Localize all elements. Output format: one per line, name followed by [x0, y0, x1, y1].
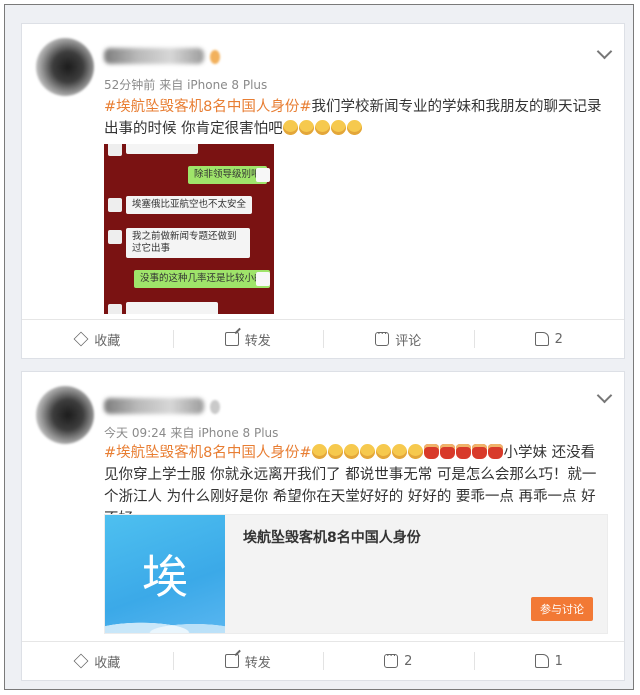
- like-count: 1: [554, 653, 563, 669]
- favorite-label: 收藏: [94, 333, 121, 349]
- username-blurred[interactable]: [104, 398, 204, 414]
- crying-emoji-icon: [282, 120, 298, 135]
- favorite-label: 收藏: [94, 655, 121, 671]
- post-time[interactable]: 今天 09:24: [104, 426, 166, 440]
- chat-bubble: 除非领导级别吧: [188, 166, 267, 184]
- like-button[interactable]: 2: [473, 320, 625, 358]
- crying-emoji-icon: [327, 444, 343, 459]
- post-time[interactable]: 52分钟前: [104, 78, 155, 92]
- comment-count: 2: [404, 653, 413, 669]
- red-lantern-icon: [455, 444, 471, 459]
- crying-emoji-icon: [407, 444, 423, 459]
- crying-emoji-icon: [314, 120, 330, 135]
- topic-title[interactable]: 埃航坠毁客机8名中国人身份: [243, 527, 421, 547]
- favorite-button[interactable]: 收藏: [22, 320, 173, 358]
- repost-button[interactable]: 转发: [172, 320, 324, 358]
- like-icon: [534, 332, 549, 346]
- post-meta: 今天 09:24 来自 iPhone 8 Plus: [104, 424, 278, 441]
- chevron-down-icon[interactable]: [596, 43, 613, 60]
- chat-avatar: [108, 144, 122, 156]
- repost-button[interactable]: 转发: [172, 642, 324, 680]
- hashtag-link[interactable]: #埃航坠毁客机8名中国人身份#: [104, 445, 312, 461]
- avatar[interactable]: [36, 386, 94, 444]
- comment-icon: [384, 648, 399, 668]
- red-lantern-icon: [439, 444, 455, 459]
- emoji-group: [282, 120, 363, 137]
- crying-emoji-icon: [343, 444, 359, 459]
- comment-label: 评论: [395, 333, 422, 349]
- action-bar: 收藏 转发 2 1: [22, 641, 624, 680]
- post-text: #埃航坠毁客机8名中国人身份#我们学校新闻专业的学妹和我朋友的聊天记录 出事的时…: [104, 96, 604, 140]
- comment-button[interactable]: 2: [323, 642, 474, 680]
- star-icon: [73, 653, 89, 669]
- post-source: 来自 iPhone 8 Plus: [159, 78, 268, 92]
- emoji-group: [311, 444, 424, 461]
- star-icon: [73, 331, 89, 347]
- weibo-post: 今天 09:24 来自 iPhone 8 Plus #埃航坠毁客机8名中国人身份#…: [21, 371, 625, 681]
- favorite-button[interactable]: 收藏: [22, 642, 173, 680]
- badge-icon: [210, 50, 220, 64]
- chat-bubble-cut: [126, 302, 218, 314]
- comment-icon: [375, 326, 390, 346]
- chat-bubble-cut: [126, 144, 198, 154]
- avatar[interactable]: [36, 38, 94, 96]
- hashtag-link[interactable]: #埃航坠毁客机8名中国人身份#: [104, 99, 312, 115]
- repost-icon: [224, 332, 239, 346]
- weibo-post: 52分钟前 来自 iPhone 8 Plus #埃航坠毁客机8名中国人身份#我们学…: [21, 23, 625, 359]
- chat-bubble: 没事的这种几率还是比较小的: [134, 270, 270, 288]
- crying-emoji-icon: [391, 444, 407, 459]
- chat-avatar: [256, 168, 270, 182]
- chat-bubble: 埃塞俄比亚航空也不太安全: [126, 196, 253, 214]
- like-icon: [534, 654, 549, 668]
- red-lantern-icon: [487, 444, 503, 459]
- comment-button[interactable]: 评论: [323, 320, 474, 358]
- chat-avatar: [108, 304, 122, 314]
- chevron-down-icon[interactable]: [596, 387, 613, 404]
- repost-icon: [224, 654, 239, 668]
- screenshot-frame: 52分钟前 来自 iPhone 8 Plus #埃航坠毁客机8名中国人身份#我们学…: [4, 4, 634, 690]
- crying-emoji-icon: [330, 120, 346, 135]
- red-lantern-icon: [423, 444, 439, 459]
- post-source: 来自 iPhone 8 Plus: [170, 426, 279, 440]
- username-blurred[interactable]: [104, 48, 204, 64]
- topic-thumbnail: 埃: [105, 515, 225, 633]
- post-meta: 52分钟前 来自 iPhone 8 Plus: [104, 76, 267, 93]
- chat-bubble: 我之前做新闻专题还做到过它出事: [126, 228, 250, 258]
- crying-emoji-icon: [375, 444, 391, 459]
- action-bar: 收藏 转发 评论 2: [22, 319, 624, 358]
- chat-avatar: [108, 230, 122, 244]
- badge-icon: [210, 400, 220, 414]
- like-count: 2: [554, 331, 563, 347]
- topic-card[interactable]: 埃 埃航坠毁客机8名中国人身份 参与讨论: [104, 514, 608, 634]
- crying-emoji-icon: [346, 120, 362, 135]
- like-button[interactable]: 1: [473, 642, 625, 680]
- repost-label: 转发: [244, 655, 271, 671]
- chat-screenshot-image[interactable]: 除非领导级别吧 埃塞俄比亚航空也不太安全 我之前做新闻专题还做到过它出事 没事的…: [104, 144, 274, 314]
- chat-avatar: [108, 198, 122, 212]
- repost-label: 转发: [244, 333, 271, 349]
- chat-avatar: [256, 272, 270, 286]
- gift-emoji-group: [423, 444, 504, 461]
- crying-emoji-icon: [298, 120, 314, 135]
- red-lantern-icon: [471, 444, 487, 459]
- join-discussion-button[interactable]: 参与讨论: [531, 597, 593, 621]
- crying-emoji-icon: [311, 444, 327, 459]
- crying-emoji-icon: [359, 444, 375, 459]
